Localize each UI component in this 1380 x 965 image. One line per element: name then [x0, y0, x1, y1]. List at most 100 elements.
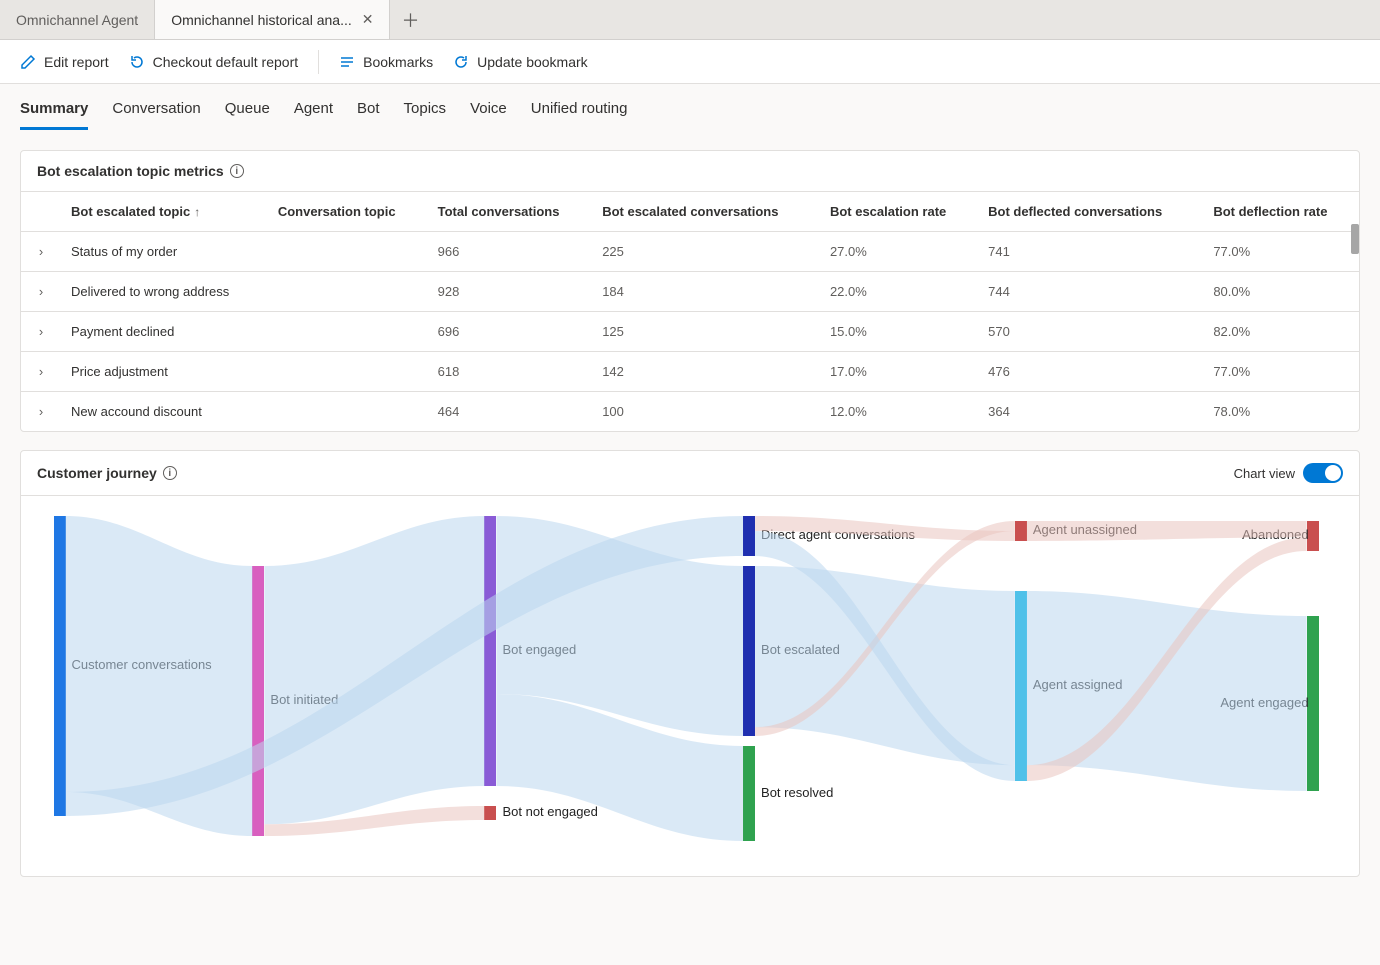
cell-topic: Payment declined: [61, 312, 268, 352]
tab-unified-routing[interactable]: Unified routing: [531, 96, 628, 130]
cell-total: 928: [428, 272, 593, 312]
cell-deflected: 570: [978, 312, 1203, 352]
pencil-icon: [20, 54, 36, 70]
info-icon[interactable]: i: [163, 466, 177, 480]
tab-topics[interactable]: Topics: [404, 96, 447, 130]
cell-defl-rate: 78.0%: [1203, 392, 1359, 432]
tab-queue[interactable]: Queue: [225, 96, 270, 130]
sankey-node-bot_resolved[interactable]: [743, 746, 755, 841]
cell-esc-rate: 17.0%: [820, 352, 978, 392]
cell-esc-rate: 12.0%: [820, 392, 978, 432]
card-header: Bot escalation topic metrics i: [21, 151, 1359, 192]
col-conversation-topic[interactable]: Conversation topic: [268, 192, 428, 232]
sankey-label-bot_not_engaged: Bot not engaged: [502, 804, 597, 819]
bookmarks-button[interactable]: Bookmarks: [339, 54, 433, 70]
sankey-node-direct_agent[interactable]: [743, 516, 755, 556]
sankey-label-agent_engaged: Agent engaged: [1220, 695, 1308, 710]
table-header-row: Bot escalated topic↑ Conversation topic …: [21, 192, 1359, 232]
checkout-default-report-button[interactable]: Checkout default report: [129, 54, 299, 70]
table-row[interactable]: ›Status of my order96622527.0%74177.0%: [21, 232, 1359, 272]
expand-row-button[interactable]: ›: [21, 312, 61, 352]
sort-ascending-icon: ↑: [194, 205, 200, 219]
cell-esc-rate: 27.0%: [820, 232, 978, 272]
sankey-node-bot_escalated[interactable]: [743, 566, 755, 736]
cmd-label: Edit report: [44, 54, 109, 70]
tab-label: Omnichannel Agent: [16, 12, 138, 28]
tab-voice[interactable]: Voice: [470, 96, 507, 130]
col-bot-deflection-rate[interactable]: Bot deflection rate: [1203, 192, 1359, 232]
cell-topic: Price adjustment: [61, 352, 268, 392]
cell-deflected: 744: [978, 272, 1203, 312]
cell-escalated: 100: [592, 392, 820, 432]
edit-report-button[interactable]: Edit report: [20, 54, 109, 70]
expand-row-button[interactable]: ›: [21, 272, 61, 312]
sankey-node-customer[interactable]: [54, 516, 66, 816]
tab-bot[interactable]: Bot: [357, 96, 380, 130]
sankey-label-agent_unassigned: Agent unassigned: [1033, 522, 1137, 537]
col-bot-escalation-rate[interactable]: Bot escalation rate: [820, 192, 978, 232]
chart-view-toggle[interactable]: [1303, 463, 1343, 483]
expand-row-button[interactable]: ›: [21, 392, 61, 432]
sankey-label-customer: Customer conversations: [72, 657, 212, 672]
scrollbar-thumb[interactable]: [1351, 224, 1359, 254]
chevron-right-icon: ›: [39, 284, 43, 299]
update-bookmark-button[interactable]: Update bookmark: [453, 54, 588, 70]
sankey-flow-bot_initiated-to-bot_engaged: [264, 516, 484, 824]
table-row[interactable]: › Delivered to wrong address 92818422.0%74…: [21, 272, 1359, 312]
window-tab-omnichannel-historical[interactable]: Omnichannel historical ana... ✕: [155, 0, 390, 39]
sankey-node-bot_engaged[interactable]: [484, 516, 496, 786]
col-total-conversations[interactable]: Total conversations: [428, 192, 593, 232]
col-bot-escalated-conversations[interactable]: Bot escalated conversations: [592, 192, 820, 232]
customer-journey-card: Customer journey i Chart view Customer c…: [20, 450, 1360, 877]
col-bot-deflected-conversations[interactable]: Bot deflected conversations: [978, 192, 1203, 232]
cell-topic: Delivered to wrong address: [61, 272, 268, 312]
sankey-flow-bot_initiated-to-bot_not_engaged: [264, 806, 484, 836]
tab-conversation[interactable]: Conversation: [112, 96, 200, 130]
toggle-label: Chart view: [1234, 466, 1295, 481]
tab-label: Omnichannel historical ana...: [171, 12, 352, 28]
sankey-label-agent_assigned: Agent assigned: [1033, 677, 1123, 692]
refresh-icon: [453, 54, 469, 70]
cell-total: 618: [428, 352, 593, 392]
cmd-label: Update bookmark: [477, 54, 588, 70]
report-toolbar: Edit report Checkout default report Book…: [0, 40, 1380, 84]
window-tab-omnichannel-agent[interactable]: Omnichannel Agent: [0, 0, 155, 39]
cell-conv-topic: [268, 352, 428, 392]
tab-agent[interactable]: Agent: [294, 96, 333, 130]
close-icon[interactable]: ✕: [362, 11, 374, 28]
info-icon[interactable]: i: [230, 164, 244, 178]
sankey-flow-bot_escalated-to-agent_unassigned: [755, 521, 1015, 736]
expand-row-button[interactable]: ›: [21, 352, 61, 392]
cell-conv-topic: [268, 312, 428, 352]
sankey-node-bot_initiated[interactable]: [252, 566, 264, 836]
cell-esc-rate: 15.0%: [820, 312, 978, 352]
expand-row-button[interactable]: ›: [21, 232, 61, 272]
cell-escalated: 184: [592, 272, 820, 312]
table-row[interactable]: ›Payment declined69612515.0%57082.0%: [21, 312, 1359, 352]
cell-defl-rate: 80.0%: [1203, 272, 1359, 312]
tab-summary[interactable]: Summary: [20, 96, 88, 130]
cell-deflected: 364: [978, 392, 1203, 432]
bookmarks-icon: [339, 54, 355, 70]
report-tab-strip: Summary Conversation Queue Agent Bot Top…: [0, 84, 1380, 130]
cell-esc-rate: 22.0%: [820, 272, 978, 312]
new-tab-button[interactable]: ＋: [390, 0, 430, 39]
table-row[interactable]: ›Price adjustment61814217.0%47677.0%: [21, 352, 1359, 392]
sankey-node-bot_not_engaged[interactable]: [484, 806, 496, 820]
sankey-label-direct_agent: Direct agent conversations: [761, 527, 915, 542]
metrics-table: Bot escalated topic↑ Conversation topic …: [21, 192, 1359, 431]
sankey-label-bot_initiated: Bot initiated: [270, 692, 338, 707]
sankey-node-agent_assigned[interactable]: [1015, 591, 1027, 781]
col-escalated-topic[interactable]: Bot escalated topic↑: [61, 192, 268, 232]
card-title: Customer journey i: [37, 465, 177, 481]
cell-escalated: 225: [592, 232, 820, 272]
table-row[interactable]: ›New accound discount46410012.0%36478.0%: [21, 392, 1359, 432]
sankey-node-agent_unassigned[interactable]: [1015, 521, 1027, 541]
sankey-label-bot_engaged: Bot engaged: [502, 642, 576, 657]
card-title-text: Customer journey: [37, 465, 157, 481]
sankey-flow-agent_assigned-to-abandoned: [1027, 537, 1307, 781]
cell-escalated: 142: [592, 352, 820, 392]
cmd-label: Checkout default report: [153, 54, 299, 70]
sankey-label-abandoned: Abandoned: [1242, 527, 1309, 542]
cell-conv-topic: [268, 232, 428, 272]
